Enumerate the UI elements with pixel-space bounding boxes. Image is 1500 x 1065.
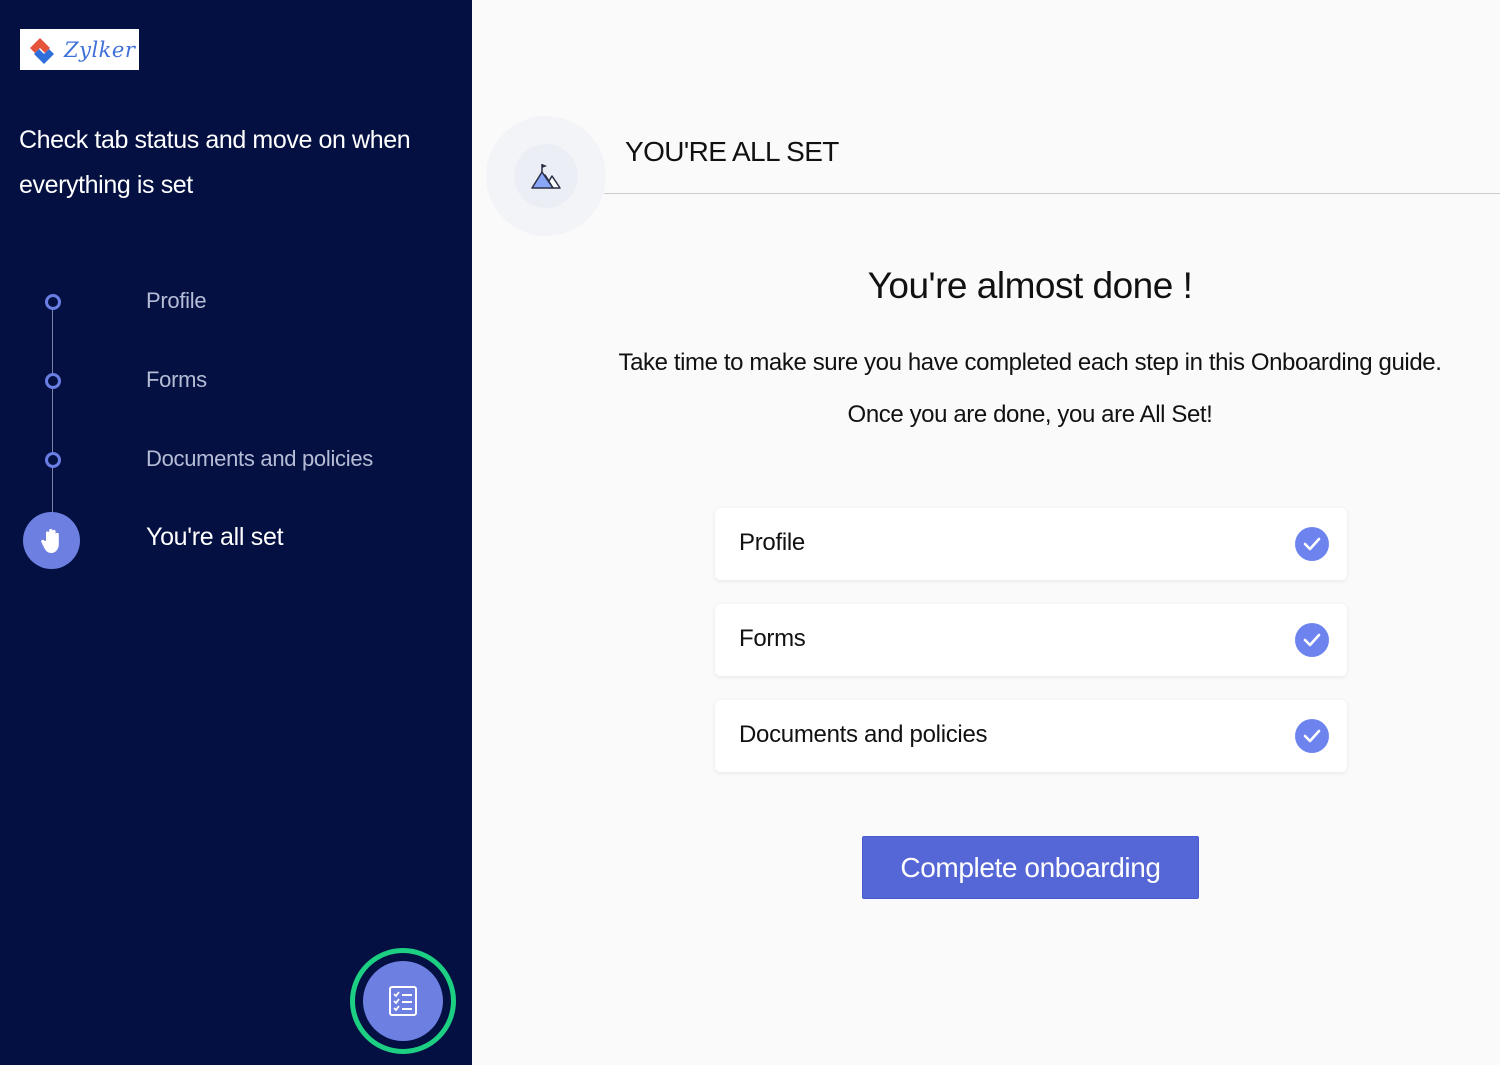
checklist-icon: [389, 986, 417, 1016]
step-label: Documents and policies: [146, 446, 373, 471]
step-documents-and-policies[interactable]: Documents and policies: [0, 440, 472, 480]
step-youre-all-set[interactable]: You're all set: [0, 512, 472, 569]
brand-name: Zylker: [64, 37, 136, 62]
checklist-item-forms[interactable]: Forms: [715, 604, 1347, 676]
step-profile[interactable]: Profile: [0, 282, 472, 322]
description-line-1: Take time to make sure you have complete…: [618, 349, 1442, 376]
checklist-item-label: Forms: [739, 625, 806, 652]
header-divider: [604, 193, 1500, 194]
hand-icon: [23, 512, 80, 569]
step-dot-icon: [45, 452, 61, 468]
sidebar: Zylker Check tab status and move on when…: [0, 0, 472, 1065]
step-label: You're all set: [146, 523, 284, 551]
check-circle-icon: [1295, 623, 1329, 657]
complete-onboarding-button[interactable]: Complete onboarding: [862, 836, 1199, 899]
page-title: YOU'RE ALL SET: [625, 136, 839, 167]
check-circle-icon: [1295, 719, 1329, 753]
sidebar-title: Check tab status and move on when everyt…: [19, 126, 411, 199]
step-label: Forms: [146, 367, 207, 392]
zylker-logo-icon: [30, 37, 54, 64]
checklist-item-documents-and-policies[interactable]: Documents and policies: [715, 700, 1347, 772]
checklist-item-profile[interactable]: Profile: [715, 508, 1347, 580]
checklist-item-label: Documents and policies: [739, 721, 988, 748]
check-circle-icon: [1295, 527, 1329, 561]
brand-logo: Zylker: [20, 29, 139, 70]
step-dot-icon: [45, 373, 61, 389]
step-connector-line: [52, 310, 53, 525]
checklist-fab-button[interactable]: [363, 961, 443, 1041]
checklist-item-label: Profile: [739, 529, 805, 556]
headline: You're almost done !: [867, 265, 1193, 306]
mountain-flag-icon: [514, 144, 578, 208]
step-label: Profile: [146, 288, 207, 313]
description-line-2: Once you are done, you are All Set!: [847, 401, 1213, 428]
fab-highlight-ring: [350, 948, 456, 1054]
step-dot-icon: [45, 294, 61, 310]
main-panel: YOU'RE ALL SET You're almost done ! Take…: [472, 0, 1500, 1065]
step-forms[interactable]: Forms: [0, 361, 472, 401]
